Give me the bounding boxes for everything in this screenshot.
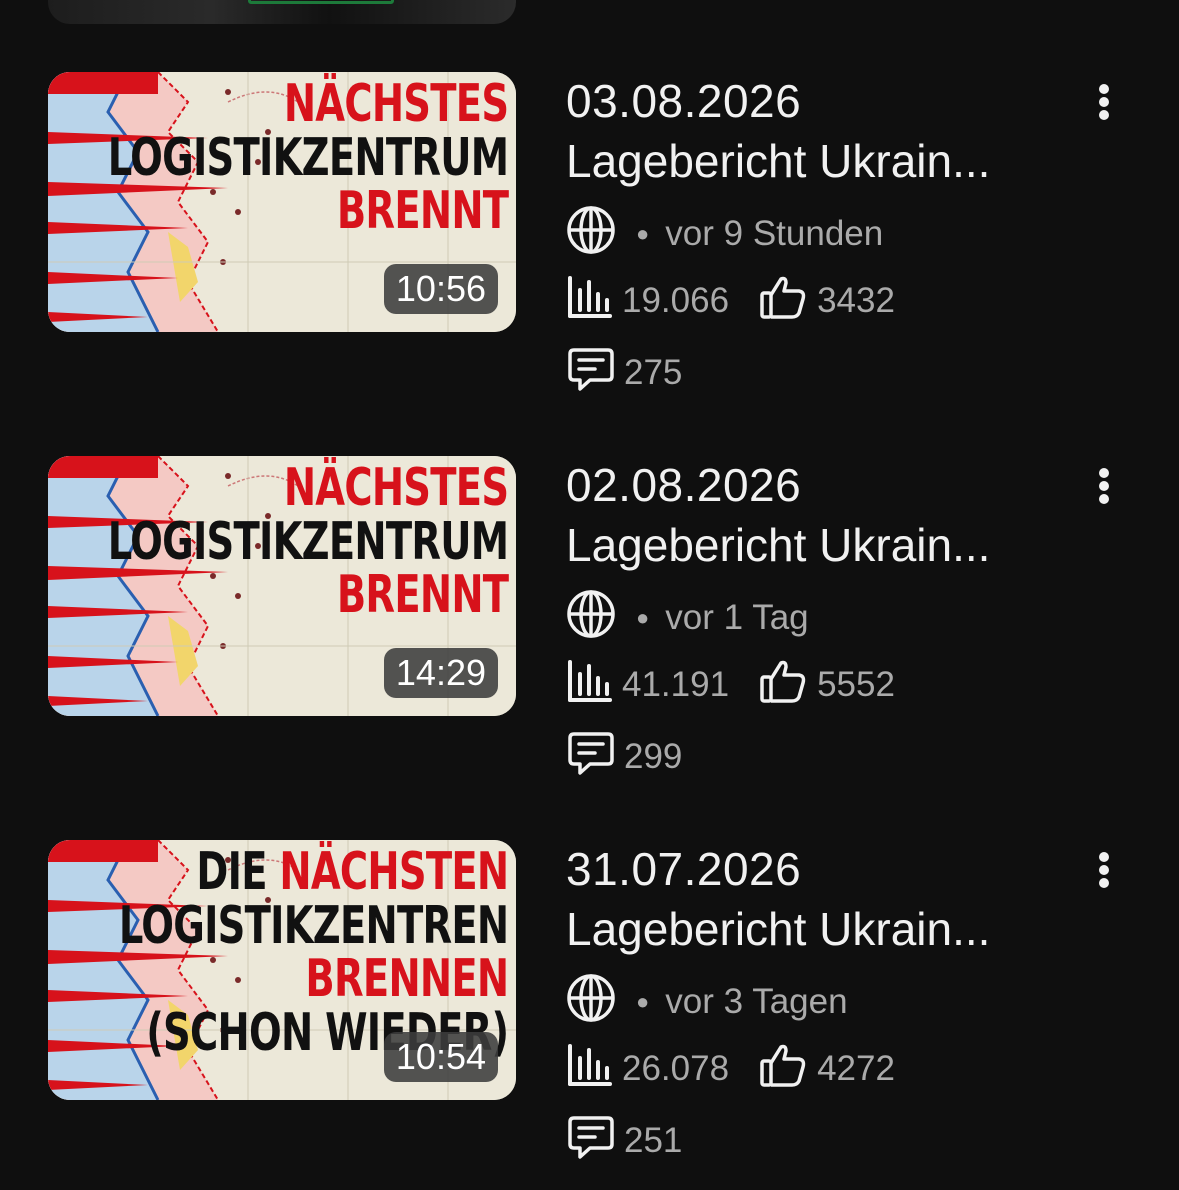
more-vert-icon[interactable] [1086,464,1122,508]
video-date: 31.07.2026 [566,843,802,895]
separator-dot: ● [636,221,650,246]
video-age: vor 3 Tagen [665,982,848,1021]
comment-icon [566,728,616,787]
video-age: vor 1 Tag [665,598,809,637]
video-item[interactable]: NÄCHSTES LOGISTIKZENTRUM BRENNT 14:29 02.0… [0,456,1179,796]
video-date: 03.08.2026 [566,75,802,127]
globe-icon [566,205,616,264]
view-count: 19.066 [622,281,730,320]
globe-icon [566,589,616,648]
overlay-line: BRENNT [336,565,509,626]
thumbs-up-icon[interactable] [759,273,807,330]
video-item[interactable]: NÄCHSTES LOGISTIKZENTRUM BRENNT 10:56 03.0… [0,72,1179,412]
video-thumbnail[interactable]: DIE NÄCHSTEN LOGISTIKZENTREN BRENNEN (SCHON… [48,840,516,1100]
thumbs-up-icon[interactable] [759,1041,807,1098]
video-title[interactable]: Lagebericht Ukrain... [566,518,990,572]
like-count: 5552 [817,665,895,704]
video-stats: 19.066 3432 [566,274,895,329]
overlay-line: LOGISTIKZENTREN [118,895,508,956]
bar-chart-icon [566,658,612,713]
overlay-line: NÄCHSTES [283,458,509,518]
globe-icon [566,973,616,1032]
overlay-line: LOGISTIKZENTRUM [107,511,508,572]
view-count: 41.191 [622,665,730,704]
video-thumbnail[interactable]: NÄCHSTES LOGISTIKZENTRUM BRENNT 14:29 [48,456,516,716]
video-stats: 26.078 4272 [566,1042,895,1097]
comment-count: 275 [624,353,683,392]
overlay-line: NÄCHSTES [283,74,509,134]
bar-chart-icon [566,1042,612,1097]
more-vert-icon[interactable] [1086,80,1122,124]
comment-count: 251 [624,1121,683,1160]
more-vert-icon[interactable] [1086,848,1122,892]
video-comments[interactable]: 299 [566,731,683,782]
video-duration: 10:56 [383,264,498,314]
video-comments[interactable]: 275 [566,347,683,398]
comment-count: 299 [624,737,683,776]
like-count: 4272 [817,1049,895,1088]
video-meta: ● vor 1 Tag [566,589,809,642]
video-stats: 41.191 5552 [566,658,895,713]
view-count: 26.078 [622,1049,730,1088]
overlay-line: BRENNT [336,181,509,242]
previous-video-thumbnail[interactable] [48,0,516,24]
thumbnail-overlay-text: NÄCHSTES LOGISTIKZENTRUM BRENNT [107,458,509,626]
video-thumbnail[interactable]: NÄCHSTES LOGISTIKZENTRUM BRENNT 10:56 [48,72,516,332]
video-duration: 14:29 [383,648,498,698]
overlay-word: NÄCHSTEN [279,842,509,902]
thumbnail-overlay-text: NÄCHSTES LOGISTIKZENTRUM BRENNT [107,74,509,242]
overlay-line: LOGISTIKZENTRUM [107,127,508,188]
video-duration: 10:54 [383,1032,498,1082]
overlay-line: BRENNEN [305,949,509,1010]
video-title[interactable]: Lagebericht Ukrain... [566,902,990,956]
like-count: 3432 [817,281,895,320]
video-meta: ● vor 3 Tagen [566,973,848,1026]
video-item[interactable]: DIE NÄCHSTEN LOGISTIKZENTREN BRENNEN (SCHON… [0,840,1179,1180]
separator-dot: ● [636,605,650,630]
video-age: vor 9 Stunden [665,214,884,253]
overlay-word: DIE [196,842,280,902]
comment-icon [566,1112,616,1171]
video-date: 02.08.2026 [566,459,802,511]
thumbnail-overlay-text: DIE NÄCHSTEN LOGISTIKZENTREN BRENNEN (SCHON… [118,845,509,1060]
comment-icon [566,344,616,403]
separator-dot: ● [636,989,650,1014]
thumbs-up-icon[interactable] [759,657,807,714]
video-title[interactable]: Lagebericht Ukrain... [566,134,990,188]
video-comments[interactable]: 251 [566,1115,683,1166]
overlay-line: DIE NÄCHSTEN [118,845,509,900]
bar-chart-icon [566,274,612,329]
video-meta: ● vor 9 Stunden [566,205,884,258]
